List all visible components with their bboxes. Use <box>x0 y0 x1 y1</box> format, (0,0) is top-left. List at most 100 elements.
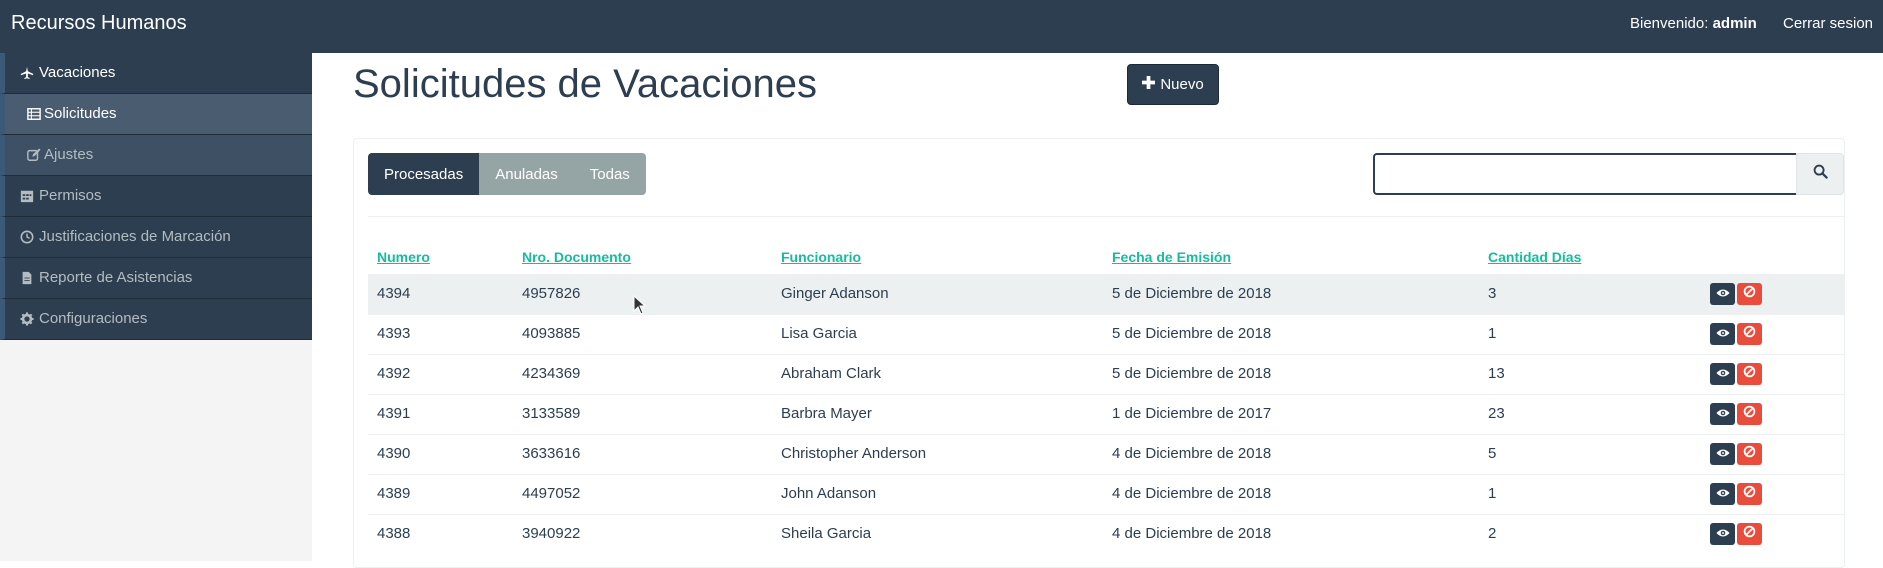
table-row: 4389 4497052 John Adanson 4 de Diciembre… <box>368 474 1844 514</box>
view-button[interactable] <box>1710 283 1735 305</box>
sidebar-item-solicitudes[interactable]: Solicitudes <box>0 94 312 135</box>
ban-icon <box>1743 485 1756 503</box>
cell-documento: 4497052 <box>522 485 581 502</box>
ban-icon <box>1743 365 1756 383</box>
tab-anuladas[interactable]: Anuladas <box>479 153 574 195</box>
cell-documento: 3940922 <box>522 525 581 542</box>
cell-documento: 3633616 <box>522 445 581 462</box>
cell-dias: 2 <box>1488 525 1497 542</box>
sidebar-item-reporte[interactable]: Reporte de Asistencias <box>0 258 312 299</box>
sidebar-item-label: Reporte de Asistencias <box>39 269 193 286</box>
cancel-button[interactable] <box>1737 283 1762 305</box>
view-button[interactable] <box>1710 363 1735 385</box>
view-button[interactable] <box>1710 523 1735 545</box>
top-navbar: Recursos Humanos Bienvenido: admin Cerra… <box>0 0 1883 53</box>
sidebar-item-label: Ajustes <box>44 146 94 163</box>
cancel-button[interactable] <box>1737 403 1762 425</box>
column-header-funcionario[interactable]: Funcionario <box>781 249 861 265</box>
ban-icon <box>1743 525 1756 543</box>
plane-icon <box>19 65 35 81</box>
cancel-button[interactable] <box>1737 363 1762 385</box>
sidebar-item-permisos[interactable]: Permisos <box>0 176 312 217</box>
cancel-button[interactable] <box>1737 483 1762 505</box>
logout-link[interactable]: Cerrar sesion <box>1783 15 1873 32</box>
brand-title[interactable]: Recursos Humanos <box>11 12 187 35</box>
cell-fecha: 4 de Diciembre de 2018 <box>1112 445 1272 462</box>
table-row: 4393 4093885 Lisa Garcia 5 de Diciembre … <box>368 314 1844 354</box>
table-row: 4388 3940922 Sheila Garcia 4 de Diciembr… <box>368 514 1844 554</box>
new-button[interactable]: Nuevo <box>1127 64 1219 105</box>
eye-icon <box>1715 285 1730 303</box>
sidebar-item-ajustes[interactable]: Ajustes <box>0 135 312 176</box>
cell-fecha: 1 de Diciembre de 2017 <box>1112 405 1272 422</box>
eye-icon <box>1715 445 1730 463</box>
cell-fecha: 5 de Diciembre de 2018 <box>1112 325 1272 342</box>
cell-fecha: 4 de Diciembre de 2018 <box>1112 525 1272 542</box>
sidebar-item-label: Configuraciones <box>39 310 148 327</box>
cell-numero: 4394 <box>377 285 411 302</box>
sidebar: Vacaciones Solicitudes Ajustes Permisos … <box>0 53 312 561</box>
sidebar-item-label: Justificaciones de Marcación <box>39 228 231 245</box>
list-icon <box>26 106 42 122</box>
cell-fecha: 5 de Diciembre de 2018 <box>1112 285 1272 302</box>
cell-fecha: 5 de Diciembre de 2018 <box>1112 365 1272 382</box>
cell-funcionario: Barbra Mayer <box>781 405 872 422</box>
mouse-cursor <box>633 294 647 320</box>
plus-icon <box>1142 76 1156 93</box>
cell-funcionario: John Adanson <box>781 485 877 502</box>
column-header-fecha[interactable]: Fecha de Emisión <box>1112 249 1231 265</box>
cell-dias: 1 <box>1488 485 1497 502</box>
cell-numero: 4390 <box>377 445 411 462</box>
file-icon <box>19 270 35 286</box>
cell-funcionario: Lisa Garcia <box>781 325 857 342</box>
ban-icon <box>1743 445 1756 463</box>
welcome-prefix: Bienvenido: <box>1630 15 1709 32</box>
table-row: 4394 4957826 Ginger Adanson 5 de Diciemb… <box>368 274 1844 314</box>
sidebar-item-vacaciones[interactable]: Vacaciones <box>0 53 312 94</box>
table-row: 4391 3133589 Barbra Mayer 1 de Diciembre… <box>368 394 1844 434</box>
cell-dias: 13 <box>1488 365 1505 382</box>
cell-numero: 4391 <box>377 405 411 422</box>
tab-procesadas[interactable]: Procesadas <box>368 153 480 195</box>
sidebar-item-configuraciones[interactable]: Configuraciones <box>0 299 312 340</box>
tab-todas[interactable]: Todas <box>573 153 646 195</box>
cancel-button[interactable] <box>1737 523 1762 545</box>
cancel-button[interactable] <box>1737 323 1762 345</box>
cell-dias: 5 <box>1488 445 1497 462</box>
search-button[interactable] <box>1796 153 1844 195</box>
view-button[interactable] <box>1710 443 1735 465</box>
eye-icon <box>1715 525 1730 543</box>
sidebar-item-label: Vacaciones <box>39 64 116 81</box>
clock-icon <box>19 229 35 245</box>
filter-tabs: Procesadas Anuladas Todas <box>368 153 646 195</box>
view-button[interactable] <box>1710 323 1735 345</box>
column-header-documento[interactable]: Nro. Documento <box>522 249 631 265</box>
cell-documento: 3133589 <box>522 405 581 422</box>
table-row: 4392 4234369 Abraham Clark 5 de Diciembr… <box>368 354 1844 394</box>
cell-dias: 3 <box>1488 285 1497 302</box>
page-title: Solicitudes de Vacaciones <box>353 62 817 106</box>
cancel-button[interactable] <box>1737 443 1762 465</box>
sidebar-item-justificaciones[interactable]: Justificaciones de Marcación <box>0 217 312 258</box>
cell-funcionario: Abraham Clark <box>781 365 882 382</box>
cell-numero: 4393 <box>377 325 411 342</box>
search-input[interactable] <box>1373 153 1798 195</box>
eye-icon <box>1715 485 1730 503</box>
divider <box>368 216 1844 217</box>
view-button[interactable] <box>1710 483 1735 505</box>
cell-documento: 4957826 <box>522 285 581 302</box>
welcome-text: Bienvenido: admin <box>1630 15 1757 32</box>
ban-icon <box>1743 325 1756 343</box>
gear-icon <box>19 311 35 327</box>
cell-funcionario: Christopher Anderson <box>781 445 927 462</box>
column-header-dias[interactable]: Cantidad Días <box>1488 249 1581 265</box>
cell-fecha: 4 de Diciembre de 2018 <box>1112 485 1272 502</box>
cell-funcionario: Sheila Garcia <box>781 525 872 542</box>
new-button-label: Nuevo <box>1160 76 1204 93</box>
cell-funcionario: Ginger Adanson <box>781 285 889 302</box>
cell-numero: 4392 <box>377 365 411 382</box>
view-button[interactable] <box>1710 403 1735 425</box>
column-header-numero[interactable]: Numero <box>377 249 430 265</box>
cell-dias: 23 <box>1488 405 1505 422</box>
eye-icon <box>1715 325 1730 343</box>
